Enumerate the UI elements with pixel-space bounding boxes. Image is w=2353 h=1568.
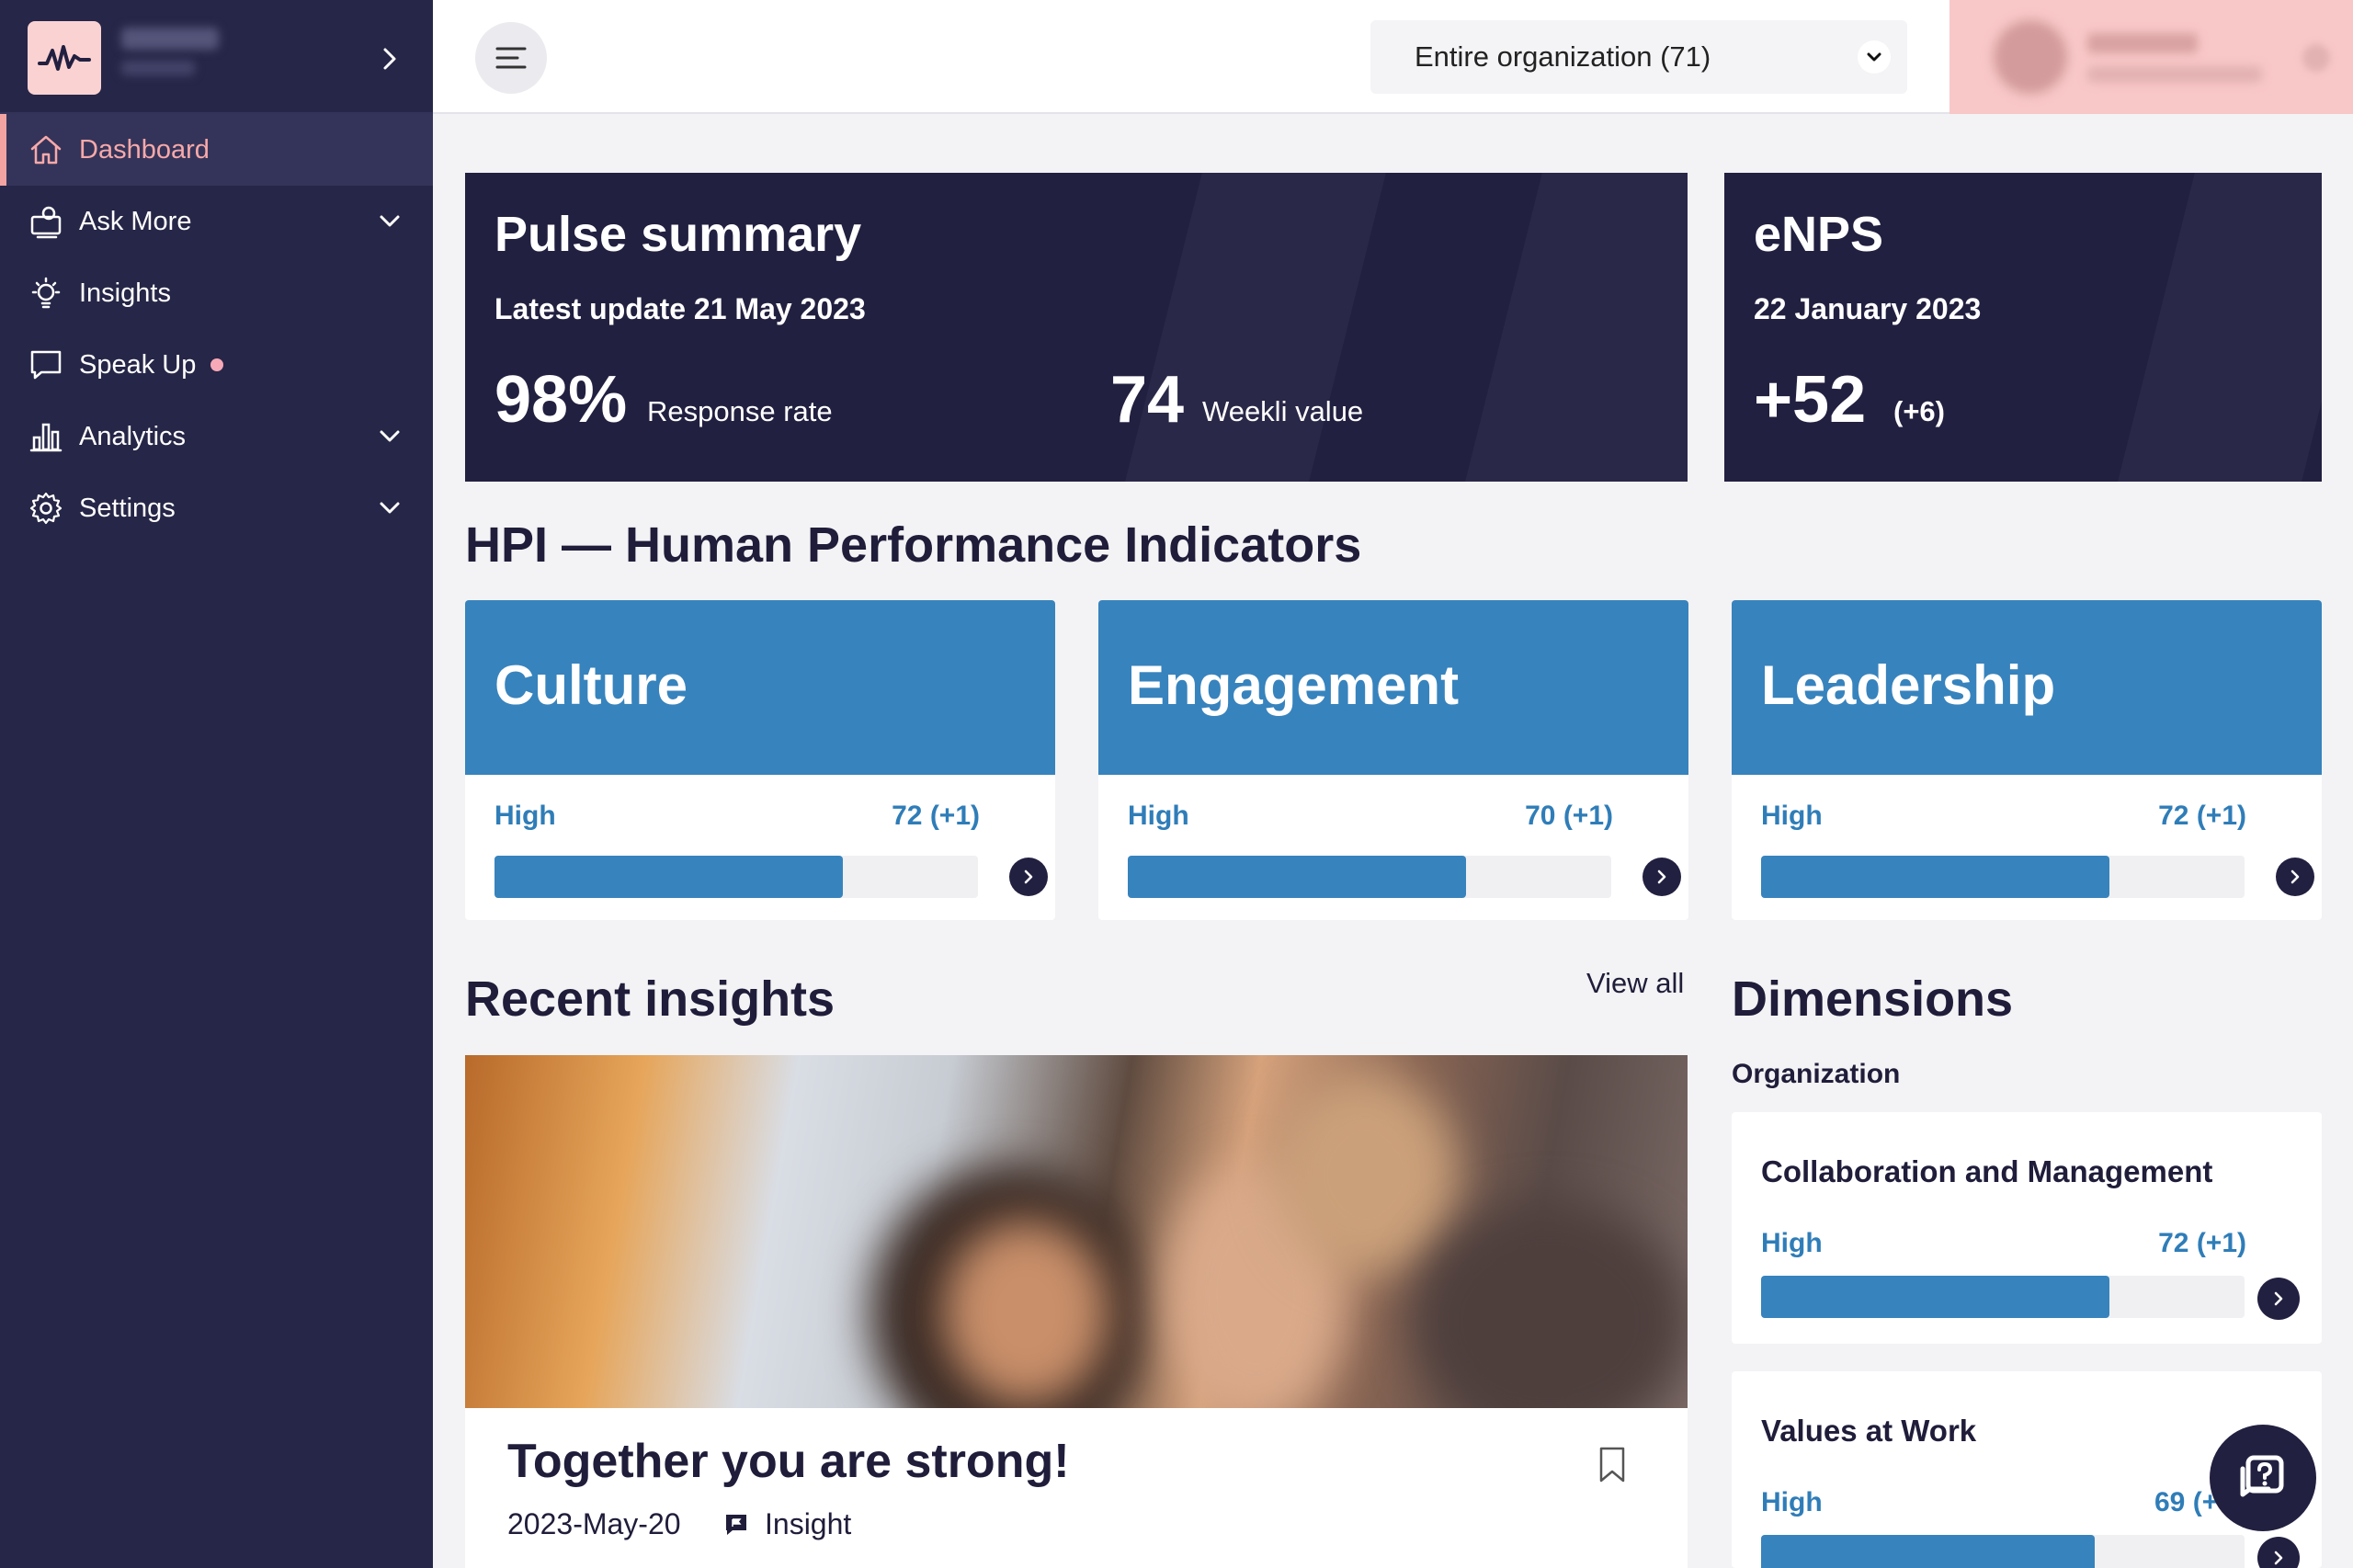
weekli-value: 74 [1110,363,1185,437]
dimension-level: High [1761,1228,1823,1258]
flag-message-icon [721,1509,752,1540]
organization-select-value: Entire organization (71) [1415,40,1711,73]
sidebar-item-label: Dashboard [79,134,210,165]
insight-date: 2023-May-20 [507,1507,681,1540]
sidebar-item-ask-more[interactable]: Ask More [0,186,433,257]
top-bar: Entire organization (71) [433,0,2353,114]
dimension-progress-fill [1761,1535,2095,1568]
sidebar-item-dashboard[interactable]: Dashboard [0,114,433,186]
sidebar-item-analytics[interactable]: Analytics [0,401,433,472]
user-menu-redacted[interactable] [1949,0,2353,114]
insight-photo [465,1055,1688,1408]
bar-chart-icon [28,418,64,455]
chevron-right-icon[interactable] [1009,858,1048,896]
organization-select[interactable]: Entire organization (71) [1370,20,1907,94]
hpi-level: High [1761,801,1823,831]
enps-delta: (+6) [1893,395,1945,427]
hpi-progress-fill [1128,856,1467,898]
hpi-score: 72 (+1) [2158,801,2246,831]
home-icon [28,131,64,168]
dimensions-subheading: Organization [1732,1059,1901,1089]
sidebar: Dashboard Ask More Insights Speak Up Ana… [0,0,433,1568]
bookmark-icon[interactable] [1592,1445,1632,1485]
chevron-down-icon [1858,40,1891,74]
dimension-card-collaboration[interactable]: Collaboration and Management High 72 (+1… [1732,1112,2322,1344]
chevron-right-icon[interactable] [2276,858,2314,896]
help-chat-icon[interactable] [2210,1425,2316,1531]
sidebar-item-label: Insights [79,278,171,308]
response-rate-label: Response rate [647,395,833,427]
sidebar-item-label: Speak Up [79,349,197,380]
sidebar-item-label: Settings [79,493,176,523]
pulse-summary-card[interactable]: Pulse summary Latest update 21 May 2023 … [465,173,1688,482]
chevron-down-icon[interactable] [371,490,408,527]
hpi-card-title: Engagement [1128,654,1460,716]
hpi-progress-bar [1761,856,2245,898]
hpi-progress-fill [1761,856,2109,898]
pulse-latest-update: Latest update 21 May 2023 [494,292,866,325]
avatar [1994,20,2067,94]
gear-icon [28,490,64,527]
insight-card[interactable]: Together you are strong! 2023-May-20 Ins… [465,1055,1688,1568]
hpi-card-leadership[interactable]: Leadership High 72 (+1) [1732,600,2322,920]
hpi-level: High [494,801,556,831]
chevron-down-icon[interactable] [371,418,408,455]
chevron-right-icon[interactable] [2257,1537,2300,1568]
enps-card[interactable]: eNPS 22 January 2023 +52 (+6) [1724,173,2322,482]
sidebar-item-settings[interactable]: Settings [0,472,433,544]
chevron-right-icon[interactable] [371,40,408,77]
sidebar-nav: Dashboard Ask More Insights Speak Up Ana… [0,114,433,544]
brand-name-redacted [121,28,222,83]
dimension-title: Values at Work [1761,1414,1977,1448]
sidebar-item-insights[interactable]: Insights [0,257,433,329]
insight-title[interactable]: Together you are strong! [507,1434,1070,1489]
dimension-progress-fill [1761,1276,2109,1318]
chevron-right-icon[interactable] [1643,858,1681,896]
lightbulb-icon [28,275,64,312]
insight-type-tag: Insight [721,1507,851,1541]
dimensions-heading: Dimensions [1732,971,2014,1027]
hpi-progress-bar [1128,856,1611,898]
weekli-value-label: Weekli value [1202,395,1364,427]
app-logo[interactable] [28,21,101,95]
chat-bubble-icon [28,347,64,383]
hpi-card-engagement[interactable]: Engagement High 70 (+1) [1098,600,1688,920]
sidebar-item-speak-up[interactable]: Speak Up [0,329,433,401]
survey-icon [28,203,64,240]
hpi-score: 70 (+1) [1525,801,1613,831]
hpi-progress-fill [494,856,843,898]
hpi-heading: HPI — Human Performance Indicators [465,517,1362,573]
hpi-card-title: Culture [494,654,688,716]
pulse-summary-title: Pulse summary [494,207,862,262]
chevron-down-icon[interactable] [371,203,408,240]
dimension-progress-bar [1761,1276,2245,1318]
hpi-card-title: Leadership [1761,654,2056,716]
notification-dot [210,358,224,371]
hamburger-menu-icon[interactable] [475,22,547,94]
enps-date: 22 January 2023 [1754,292,1982,325]
sidebar-item-label: Ask More [79,206,192,236]
hpi-card-culture[interactable]: Culture High 72 (+1) [465,600,1055,920]
dimension-progress-bar [1761,1535,2245,1568]
dimension-score: 72 (+1) [2158,1228,2246,1258]
enps-value: +52 [1754,363,1867,437]
sidebar-brand [0,0,433,114]
insight-type-label: Insight [765,1507,852,1540]
sidebar-item-label: Analytics [79,421,187,451]
chevron-right-icon[interactable] [2257,1278,2300,1320]
dimension-title: Collaboration and Management [1761,1154,2213,1188]
recent-insights-heading: Recent insights [465,971,835,1027]
response-rate-value: 98% [494,363,628,437]
dimension-level: High [1761,1487,1823,1517]
hpi-score: 72 (+1) [892,801,980,831]
hpi-level: High [1128,801,1189,831]
view-all-link[interactable]: View all [1586,967,1684,1000]
dimension-score: 69 (+ [2154,1487,2219,1517]
hpi-progress-bar [494,856,978,898]
enps-title: eNPS [1754,207,1884,262]
